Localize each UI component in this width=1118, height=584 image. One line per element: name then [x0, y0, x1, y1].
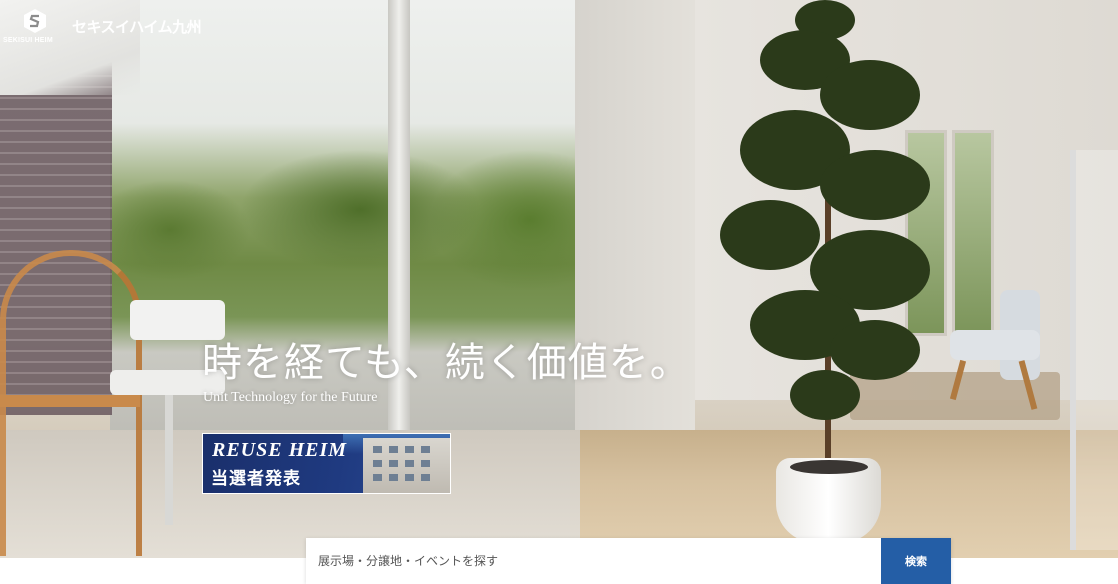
potted-tree: [700, 0, 950, 470]
search-button[interactable]: 検索: [881, 538, 951, 584]
hero-headline: 時を経ても、続く価値を。: [202, 340, 691, 386]
garden-trees: [110, 150, 580, 310]
building-image: [363, 438, 450, 493]
armchair: [940, 290, 1050, 410]
search-input[interactable]: [306, 538, 881, 584]
logo-wordmark: SEKISUI HEIM: [3, 37, 53, 44]
reuse-heim-banner[interactable]: REUSE HEIM 当選者発表: [202, 433, 451, 494]
hero-subline: Unit Technology for the Future: [203, 390, 378, 405]
sekisui-heim-logo[interactable]: SEKISUI HEIM: [3, 8, 66, 48]
stair-railing: [1070, 150, 1118, 550]
search-bar: 検索: [306, 538, 951, 584]
brand-name[interactable]: セキスイハイム九州: [72, 16, 202, 37]
banner-title-en: REUSE HEIM: [212, 439, 348, 461]
hexagon-s-logo-icon: [24, 9, 46, 33]
hero-image: [0, 0, 1118, 558]
banner-title-jp: 当選者発表: [211, 469, 301, 489]
pot-soil: [790, 460, 868, 474]
